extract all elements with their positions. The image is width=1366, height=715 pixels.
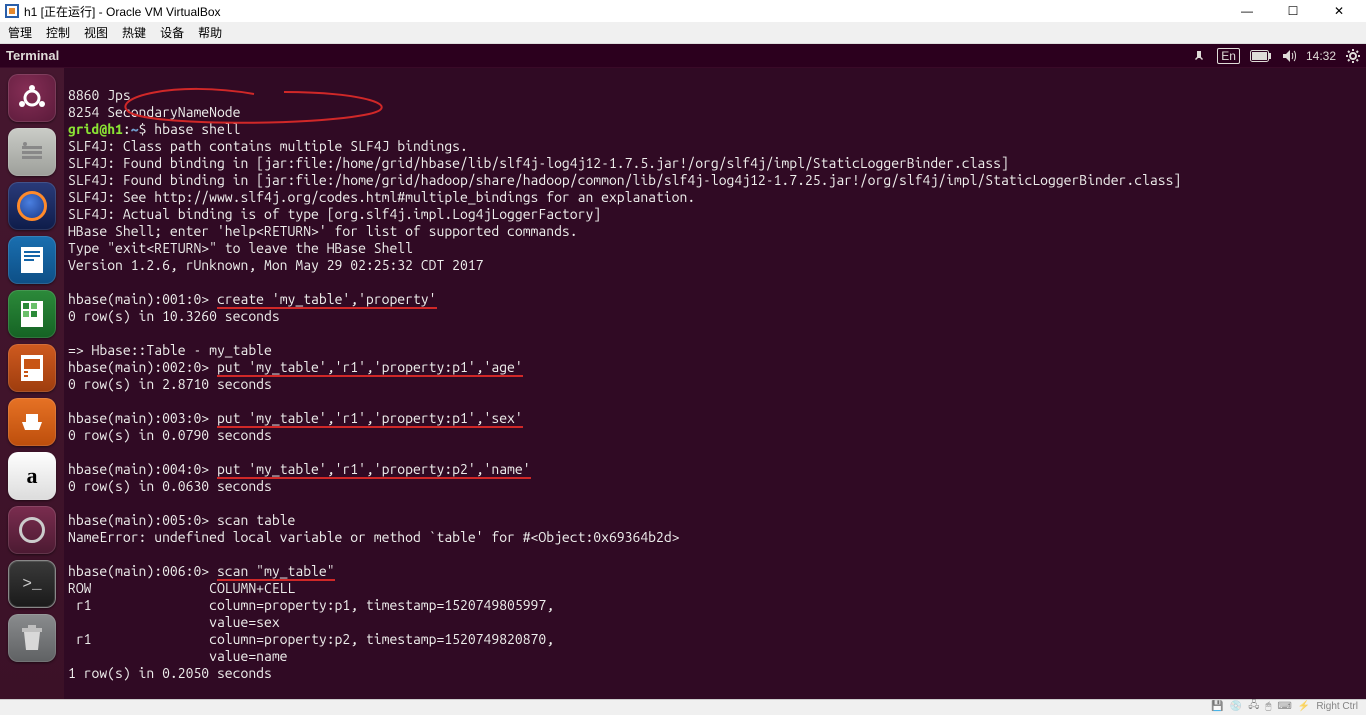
line: SLF4J: Actual binding is of type [org.sl… (68, 206, 601, 222)
clock[interactable]: 14:32 (1306, 49, 1336, 63)
prompt: hbase(main):006:0> (68, 563, 217, 579)
launcher-settings[interactable] (8, 506, 56, 554)
launcher-impress[interactable] (8, 344, 56, 392)
cmd-create: create 'my_table','property' (217, 291, 437, 309)
virtualbox-menubar: 管理 控制 视图 热键 设备 帮助 (0, 22, 1366, 44)
line: SLF4J: Class path contains multiple SLF4… (68, 138, 468, 154)
trash-icon (20, 624, 44, 652)
prompt: hbase(main):002:0> (68, 359, 217, 375)
line: SLF4J: Found binding in [jar:file:/home/… (68, 172, 1181, 188)
menu-help[interactable]: 帮助 (198, 24, 222, 41)
system-menu-gear-icon[interactable] (1346, 49, 1360, 63)
status-network-icon: 🖧 (1248, 698, 1259, 715)
status-power-icon: ⚡ (1298, 701, 1310, 712)
line: Version 1.2.6, rUnknown, Mon May 29 02:2… (68, 257, 484, 273)
menu-manage[interactable]: 管理 (8, 24, 32, 41)
firefox-icon (17, 191, 47, 221)
launcher-software[interactable] (8, 398, 56, 446)
prompt: hbase(main):003:0> (68, 410, 217, 426)
launcher-amazon[interactable]: a (8, 452, 56, 500)
menu-view[interactable]: 视图 (84, 24, 108, 41)
prompt-path: ~ (131, 121, 139, 137)
battery-icon[interactable] (1250, 50, 1272, 62)
minimize-button[interactable]: — (1224, 0, 1270, 22)
line: 0 row(s) in 2.8710 seconds (68, 376, 272, 392)
line: SLF4J: See http://www.slf4j.org/codes.ht… (68, 189, 695, 205)
gnome-panel: Terminal En 14:32 (0, 44, 1366, 68)
launcher-terminal[interactable]: >_ (8, 560, 56, 608)
network-icon[interactable] (1193, 49, 1207, 63)
status-keyboard-icon: ⌨ (1277, 701, 1291, 712)
cmd-put-sex: put 'my_table','r1','property:p1','sex' (217, 410, 523, 428)
launcher-calc[interactable] (8, 290, 56, 338)
cmd-scan-mytable: scan "my_table" (217, 563, 335, 581)
launcher-files[interactable] (8, 128, 56, 176)
line: 0 row(s) in 0.0630 seconds (68, 478, 272, 494)
launcher-dash[interactable] (8, 74, 56, 122)
status-hostkey: Right Ctrl (1316, 701, 1358, 712)
active-app-title: Terminal (6, 48, 59, 63)
terminal-icon: >_ (22, 575, 41, 593)
terminal-output[interactable]: 8860 Jps 8254 SecondaryNameNode grid@h1:… (64, 68, 1366, 699)
cmd-put-age: put 'my_table','r1','property:p1','age' (217, 359, 523, 377)
cmd-hbase-shell: hbase shell (154, 121, 240, 137)
prompt-user: grid@h1 (68, 121, 123, 137)
volume-icon[interactable] (1282, 49, 1296, 63)
menu-control[interactable]: 控制 (46, 24, 70, 41)
status-optical-icon: 💿 (1230, 701, 1242, 712)
status-mouse-icon: 🖱 (1265, 701, 1271, 712)
line: ROW COLUMN+CELL (68, 580, 295, 596)
close-button[interactable]: ✕ (1316, 0, 1362, 22)
launcher-trash[interactable] (8, 614, 56, 662)
prompt: hbase(main):001:0> (68, 291, 217, 307)
line: HBase Shell; enter 'help<RETURN>' for li… (68, 223, 578, 239)
line: NameError: undefined local variable or m… (68, 529, 680, 545)
prompt: hbase(main):004:0> (68, 461, 217, 477)
line: 0 row(s) in 10.3260 seconds (68, 308, 280, 324)
line: r1 column=property:p2, timestamp=1520749… (68, 631, 554, 647)
prompt: hbase(main):005:0> (68, 512, 217, 528)
cmd-put-name: put 'my_table','r1','property:p2','name' (217, 461, 531, 479)
menu-devices[interactable]: 设备 (160, 24, 184, 41)
cmd-scan-table: scan table (217, 512, 295, 528)
line: => Hbase::Table - my_table (68, 342, 272, 358)
input-source-indicator[interactable]: En (1217, 48, 1240, 64)
virtualbox-icon (4, 3, 20, 19)
amazon-icon: a (27, 463, 38, 489)
line: 8254 SecondaryNameNode (68, 104, 240, 120)
host-titlebar: h1 [正在运行] - Oracle VM VirtualBox — ☐ ✕ (0, 0, 1366, 22)
line: 1 row(s) in 0.2050 seconds (68, 665, 272, 681)
maximize-button[interactable]: ☐ (1270, 0, 1316, 22)
launcher-writer[interactable] (8, 236, 56, 284)
unity-launcher: a >_ (0, 68, 64, 699)
gear-icon (19, 517, 45, 543)
line: value=name (68, 648, 288, 664)
host-title: h1 [正在运行] - Oracle VM VirtualBox (24, 3, 221, 20)
menu-hotkeys[interactable]: 热键 (122, 24, 146, 41)
line: Type "exit<RETURN>" to leave the HBase S… (68, 240, 413, 256)
line: SLF4J: Found binding in [jar:file:/home/… (68, 155, 1009, 171)
line: r1 column=property:p1, timestamp=1520749… (68, 597, 554, 613)
status-disk-icon: 💾 (1211, 701, 1223, 712)
line: 8860 Jps (68, 87, 131, 103)
guest-screen: Terminal En 14:32 (0, 44, 1366, 699)
launcher-firefox[interactable] (8, 182, 56, 230)
line: 0 row(s) in 0.0790 seconds (68, 427, 272, 443)
virtualbox-statusbar: 💾 💿 🖧 🖱 ⌨ ⚡ Right Ctrl (0, 699, 1366, 713)
line: value=sex (68, 614, 280, 630)
